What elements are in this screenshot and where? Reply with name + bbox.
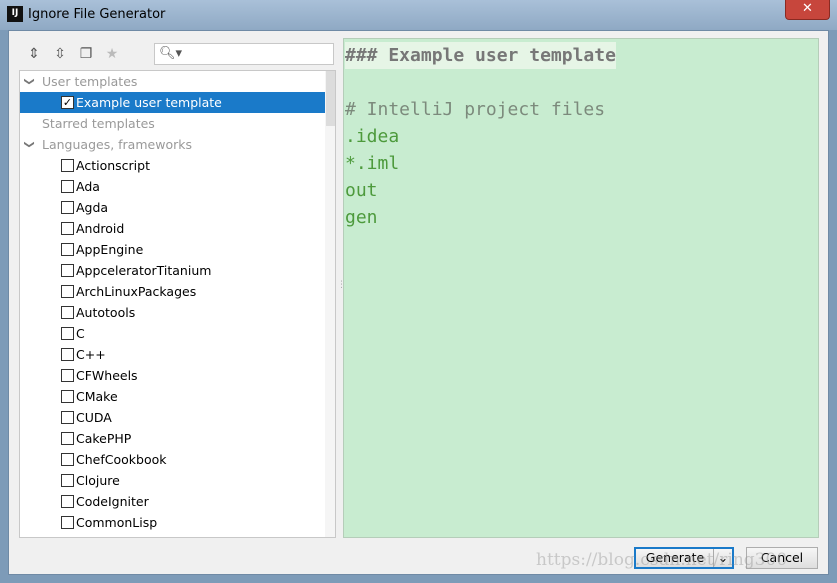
- group-label: Starred templates: [42, 116, 155, 131]
- template-label: Autotools: [76, 305, 136, 320]
- tree-group[interactable]: ❯ User templates: [20, 71, 325, 92]
- checkbox[interactable]: [61, 348, 74, 361]
- window-title: Ignore File Generator: [28, 7, 166, 22]
- tree-item[interactable]: ChefCookbook: [20, 449, 325, 470]
- tree-item[interactable]: C: [20, 323, 325, 344]
- generate-label: Generate: [645, 550, 705, 565]
- checkbox[interactable]: [61, 453, 74, 466]
- checkbox[interactable]: [61, 222, 74, 235]
- tree-item[interactable]: Clojure: [20, 470, 325, 491]
- template-label: ChefCookbook: [76, 452, 167, 467]
- star-icon[interactable]: ★: [104, 46, 120, 62]
- intellij-app-icon: IJ: [7, 6, 23, 22]
- checkbox[interactable]: [61, 516, 74, 529]
- checkbox[interactable]: [61, 264, 74, 277]
- template-label: CommonLisp: [76, 515, 158, 530]
- template-label: Actionscript: [76, 158, 150, 173]
- template-tree: ❯ User templates ✓ Example user template Sta…: [19, 70, 336, 538]
- tree-item[interactable]: ArchLinuxPackages: [20, 281, 325, 302]
- search-input[interactable]: 🔍︎▾: [154, 43, 334, 65]
- expand-all-icon[interactable]: ⇕: [26, 46, 42, 62]
- template-label: Agda: [76, 200, 109, 215]
- template-label: Android: [76, 221, 125, 236]
- tree-item[interactable]: C++: [20, 344, 325, 365]
- editor-line: *.iml: [345, 153, 400, 174]
- template-label: CodeIgniter: [76, 494, 149, 509]
- checkbox[interactable]: [61, 432, 74, 445]
- template-label: AppEngine: [76, 242, 144, 257]
- collapse-all-icon[interactable]: ⇳: [52, 46, 68, 62]
- group-label: User templates: [42, 74, 138, 89]
- generate-button[interactable]: Generate ⌄: [634, 547, 734, 569]
- tree-item[interactable]: ✓ Example user template: [20, 92, 325, 113]
- tree-item[interactable]: CFWheels: [20, 365, 325, 386]
- checkbox[interactable]: [61, 369, 74, 382]
- editor-line: out: [345, 180, 378, 201]
- group-label: Languages, frameworks: [42, 137, 192, 152]
- tree-item[interactable]: Autotools: [20, 302, 325, 323]
- tree-item[interactable]: AppceleratorTitanium: [20, 260, 325, 281]
- checkbox[interactable]: [61, 474, 74, 487]
- checkbox[interactable]: [61, 285, 74, 298]
- checkbox[interactable]: [61, 243, 74, 256]
- tree-item[interactable]: CUDA: [20, 407, 325, 428]
- checkbox[interactable]: [61, 180, 74, 193]
- checkbox[interactable]: [61, 411, 74, 424]
- editor-line: gen: [345, 207, 378, 228]
- checkbox[interactable]: [61, 159, 74, 172]
- template-label: AppceleratorTitanium: [76, 263, 212, 278]
- checkbox[interactable]: [61, 327, 74, 340]
- checkbox[interactable]: [61, 306, 74, 319]
- editor-line: .idea: [345, 126, 400, 147]
- template-label: CakePHP: [76, 431, 132, 446]
- tree-item[interactable]: Actionscript: [20, 155, 325, 176]
- template-label: Clojure: [76, 473, 120, 488]
- editor-line: ### Example user template: [345, 42, 616, 69]
- template-label: C++: [76, 347, 106, 362]
- tree-group[interactable]: Starred templates: [20, 113, 325, 134]
- chevron-down-icon[interactable]: ❯: [20, 77, 40, 85]
- close-button[interactable]: ✕: [785, 0, 830, 20]
- tree-group[interactable]: ❯ Languages, frameworks: [20, 134, 325, 155]
- template-label: Ada: [76, 179, 100, 194]
- template-label: CFWheels: [76, 368, 138, 383]
- template-label: Example user template: [76, 95, 222, 110]
- template-label: CMake: [76, 389, 118, 404]
- tree-item[interactable]: CMake: [20, 386, 325, 407]
- chevron-down-icon[interactable]: ❯: [20, 140, 40, 148]
- tree-item[interactable]: AppEngine: [20, 239, 325, 260]
- cancel-button[interactable]: Cancel: [746, 547, 818, 569]
- search-icon: 🔍︎▾: [159, 46, 183, 61]
- tree-item[interactable]: CodeIgniter: [20, 491, 325, 512]
- checkbox[interactable]: [61, 390, 74, 403]
- tree-item[interactable]: CommonLisp: [20, 512, 325, 533]
- editor-line: # IntelliJ project files: [345, 99, 606, 120]
- title-bar: IJ Ignore File Generator ✕: [0, 0, 837, 30]
- scrollbar-thumb[interactable]: [326, 71, 335, 126]
- checkbox[interactable]: [61, 201, 74, 214]
- checkbox[interactable]: ✓: [61, 96, 74, 109]
- tree-item[interactable]: Agda: [20, 197, 325, 218]
- copy-icon[interactable]: ❐: [78, 46, 94, 62]
- tree-item[interactable]: CakePHP: [20, 428, 325, 449]
- template-label: CUDA: [76, 410, 112, 425]
- checkbox[interactable]: [61, 495, 74, 508]
- tree-scrollbar[interactable]: [325, 71, 335, 537]
- template-label: C: [76, 326, 85, 341]
- template-label: ArchLinuxPackages: [76, 284, 197, 299]
- template-preview-editor[interactable]: ### Example user template # IntelliJ proj…: [343, 38, 819, 538]
- chevron-down-icon[interactable]: ⌄: [713, 549, 732, 567]
- tree-item[interactable]: Android: [20, 218, 325, 239]
- tree-item[interactable]: Ada: [20, 176, 325, 197]
